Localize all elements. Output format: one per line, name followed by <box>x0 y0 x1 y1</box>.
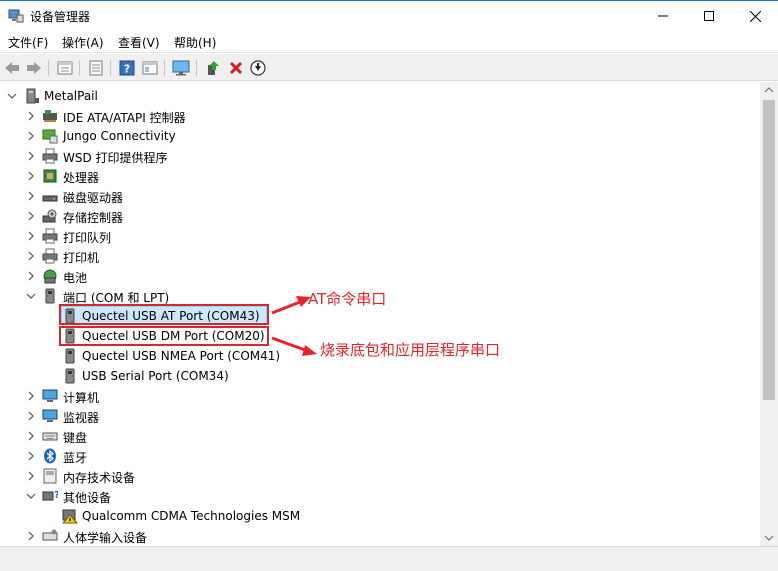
annotation-arrows <box>271 296 317 356</box>
annotation-label-at: AT命令串口 <box>308 290 387 308</box>
annotation-label-dm: 烧录底包和应用层程序串口 <box>320 341 501 359</box>
